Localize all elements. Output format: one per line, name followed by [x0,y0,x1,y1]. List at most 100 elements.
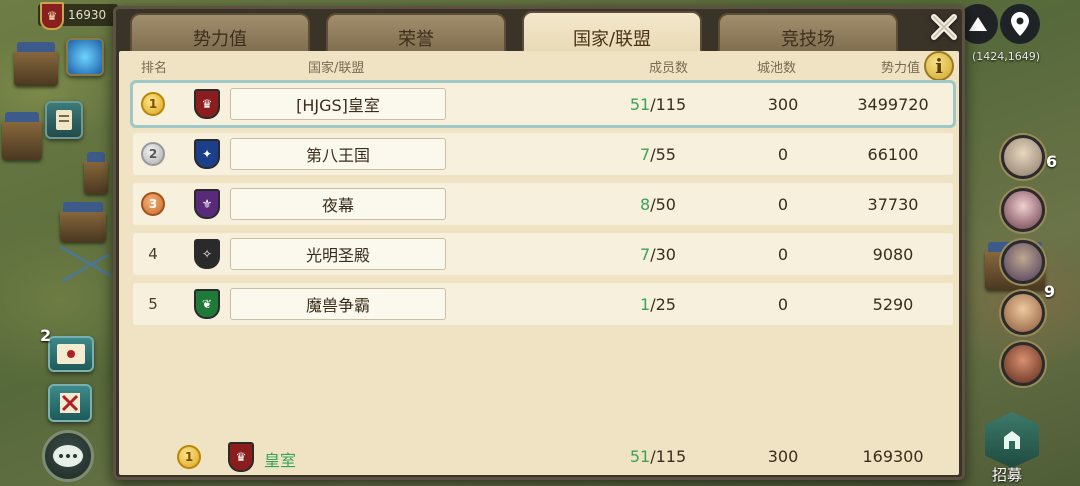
alliance-name[interactable]: 魔兽争霸 [230,288,446,320]
resource-value: 16930 [68,8,107,22]
crown-badge-icon[interactable]: ♛ [40,2,64,30]
info-icon[interactable]: i [924,51,954,81]
table-row[interactable]: 3 ⚜ 夜幕 8/50 0 37730 [133,183,953,225]
city-count: 0 [777,295,789,314]
ranking-panel: 势力值 荣誉 国家/联盟 竞技场 排名 国家/联盟 成员数 城池数 势力值 i [113,6,965,480]
hero-count-1: 6 [1046,152,1058,171]
city-count: 300 [767,447,799,466]
chat-bubble-icon [53,445,83,467]
alliance-name[interactable]: 光明圣殿 [230,238,446,270]
hero-portrait-3[interactable] [1001,240,1045,284]
city-count: 0 [777,245,789,264]
ranking-tabs: 势力值 荣誉 国家/联盟 竞技场 [130,11,922,55]
power-value: 66100 [867,145,919,164]
close-icon [931,14,957,40]
hero-portrait-1[interactable] [1001,135,1045,179]
tab-arena[interactable]: 竞技场 [718,13,898,55]
member-count: 51/115 [593,95,723,114]
alliance-name-text: 第八王国 [305,146,370,165]
map-building[interactable] [2,112,42,160]
alliance-name[interactable]: [HJGS]皇室 [230,88,446,120]
griffin-shield-icon: ✧ [194,239,220,269]
table-row[interactable]: 2 ✦ 第八王国 7/55 0 66100 [133,133,953,175]
coordinates-label[interactable]: (1424,1649) [972,50,1040,63]
member-count-max: /55 [650,145,676,164]
tab-honor[interactable]: 荣誉 [326,13,506,55]
column-header-name: 国家/联盟 [308,61,365,76]
member-count-max: /115 [650,447,687,466]
info-icon-label: i [935,54,943,78]
map-building[interactable] [14,42,58,86]
map-building[interactable] [84,152,108,194]
rank-value: 4 [148,245,158,263]
rank-value: 5 [148,295,158,313]
crown-shield-icon: ♛ [228,442,254,472]
member-count-current: 51 [629,447,651,466]
city-count: 0 [777,145,789,164]
gold-medal-icon: 1 [141,92,165,116]
alliance-name[interactable]: 第八王国 [230,138,446,170]
member-count: 7/30 [593,245,723,264]
column-header-power: 势力值 [881,61,921,76]
battle-icon[interactable] [48,384,92,422]
hero-count-2: 9 [1044,282,1056,301]
chat-button[interactable] [42,430,94,482]
crystal-icon[interactable] [66,38,104,76]
member-count-max: /30 [650,245,676,264]
fleur-shield-icon: ⚜ [194,189,220,219]
alliance-name[interactable]: 夜幕 [230,188,446,220]
close-button[interactable] [926,9,962,45]
tab-country-alliance[interactable]: 国家/联盟 [522,11,702,55]
phoenix-shield-icon: ❦ [194,289,220,319]
power-value: 3499720 [857,95,929,114]
column-header-members: 成员数 [649,61,689,76]
gold-medal-icon: 1 [177,445,201,469]
bronze-medal-icon: 3 [141,192,165,216]
hero-portrait-2[interactable] [1001,188,1045,232]
member-count-current: 7 [640,245,651,264]
tab-label: 势力值 [193,29,247,50]
hero-portrait-4[interactable] [1001,291,1045,335]
quest-scroll-icon[interactable] [45,101,83,139]
tab-label: 国家/联盟 [572,29,652,50]
rank-value: 1 [148,97,158,111]
ranking-content: 排名 国家/联盟 成员数 城池数 势力值 i 1 ♛ [HJGS]皇室 51/1… [119,51,959,475]
mail-icon[interactable] [48,336,94,372]
power-value: 5290 [872,295,914,314]
member-count-current: 1 [640,295,651,314]
table-row[interactable]: 4 ✧ 光明圣殿 7/30 0 9080 [133,233,953,275]
alliance-name-text: 夜幕 [321,196,354,215]
map-building[interactable] [60,202,106,242]
member-count-current: 51 [629,95,651,114]
city-count: 0 [777,195,789,214]
member-count-current: 7 [640,145,651,164]
alliance-name-text: [HJGS]皇室 [296,96,380,115]
rank-value: 3 [148,197,158,211]
member-count-current: 8 [640,195,651,214]
tab-label: 荣誉 [398,29,434,50]
silver-medal-icon: 2 [141,142,165,166]
location-pin-button[interactable] [1000,4,1040,44]
member-count: 7/55 [593,145,723,164]
crown-shield-icon: ♛ [194,89,220,119]
column-header-cities: 城池数 [757,61,797,76]
tab-power[interactable]: 势力值 [130,13,310,55]
own-alliance-name: 皇室 [264,451,297,470]
member-count: 1/25 [593,295,723,314]
hero-portrait-5[interactable] [1001,342,1045,386]
member-count-max: /115 [650,95,687,114]
alliance-name-text: 光明圣殿 [305,246,370,265]
rank-value: 1 [184,450,194,464]
table-row[interactable]: 5 ❦ 魔兽争霸 1/25 0 5290 [133,283,953,325]
rank-value: 2 [148,147,158,161]
table-row[interactable]: 1 ♛ [HJGS]皇室 51/115 300 3499720 [133,83,953,125]
power-value: 169300 [862,447,924,466]
tab-label: 竞技场 [781,29,835,50]
recruit-label: 招募 [992,466,1023,484]
alliance-name-text: 魔兽争霸 [305,296,370,315]
own-alliance-summary: 1 ♛ 皇室 51/115 300 169300 [133,441,953,473]
eagle-shield-icon: ✦ [194,139,220,169]
city-count: 300 [767,95,799,114]
member-count-max: /25 [650,295,676,314]
member-count: 51/115 [593,447,723,466]
